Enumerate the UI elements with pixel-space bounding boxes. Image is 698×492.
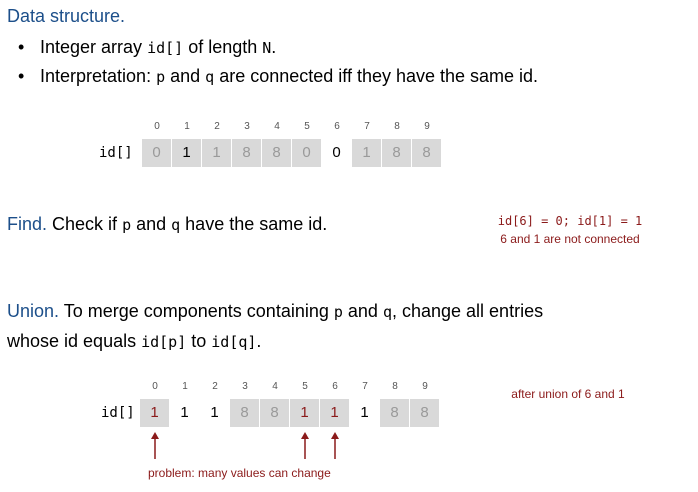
array2-cell-9: 8 xyxy=(410,399,440,427)
array1-cell-2: 1 xyxy=(202,139,232,167)
array2-index-2: 2 xyxy=(212,381,218,392)
array2-cell-6: 1 xyxy=(320,399,350,427)
array1-index-9: 9 xyxy=(424,121,430,132)
array1-index-7: 7 xyxy=(364,121,370,132)
array1-cell-5: 0 xyxy=(292,139,322,167)
array1-index-6: 6 xyxy=(334,121,340,132)
array2-index-3: 3 xyxy=(242,381,248,392)
array1-index-4: 4 xyxy=(274,121,280,132)
array2-index-5: 5 xyxy=(302,381,308,392)
array1-cell-0: 0 xyxy=(142,139,172,167)
arrow-up-icon xyxy=(331,432,339,459)
array1-index-3: 3 xyxy=(244,121,250,132)
arrow-up-icon xyxy=(151,432,159,459)
find-note-line1: id[6] = 0; id[1] = 1 xyxy=(497,214,643,228)
union-line1: Union. To merge components containing p … xyxy=(7,301,544,321)
array2-cell-0: 1 xyxy=(140,399,170,427)
array1-index-8: 8 xyxy=(394,121,400,132)
array2-index-9: 9 xyxy=(422,381,428,392)
array1-cell-1: 1 xyxy=(172,139,202,167)
array2-index-8: 8 xyxy=(392,381,398,392)
array2-label: id[] xyxy=(101,405,135,421)
array1-index-1: 1 xyxy=(184,121,190,132)
find-note-line2: 6 and 1 are not connected xyxy=(500,232,640,246)
data-structure-heading: Data structure. xyxy=(7,6,126,26)
array1-cell-9: 8 xyxy=(412,139,442,167)
array2-index-0: 0 xyxy=(152,381,158,392)
array2-cell-8: 8 xyxy=(380,399,410,427)
union-line2: whose id equals id[p] to id[q]. xyxy=(7,331,262,351)
array2-index-1: 1 xyxy=(182,381,188,392)
problem-note: problem: many values can change xyxy=(148,466,331,480)
array2-index-6: 6 xyxy=(332,381,338,392)
array1-cell-4: 8 xyxy=(262,139,292,167)
array2-cell-3: 8 xyxy=(230,399,260,427)
array1-cell-3: 8 xyxy=(232,139,262,167)
arrow-up-icon xyxy=(301,432,309,459)
bullet-item-array: • Integer array id[] of length N. xyxy=(18,34,538,63)
array1-index-2: 2 xyxy=(214,121,220,132)
find-heading: Find. xyxy=(7,214,48,234)
array1-cell-8: 8 xyxy=(382,139,412,167)
array2-cell-7: 1 xyxy=(350,399,380,427)
bullet-item-interpretation: • Interpretation: p and q are connected i… xyxy=(18,63,538,92)
bullet-list: • Integer array id[] of length N. • Interp… xyxy=(18,34,538,92)
array2-cell-1: 1 xyxy=(170,399,200,427)
array1-cell-6: 0 xyxy=(322,139,352,167)
array2-cell-2: 1 xyxy=(200,399,230,427)
array1-index-0: 0 xyxy=(154,121,160,132)
bullet-dot: • xyxy=(18,66,25,86)
find-line: Find. Check if p and q have the same id. xyxy=(7,214,328,234)
array1-label: id[] xyxy=(99,145,133,161)
bullet-dot: • xyxy=(18,37,25,57)
array1-index-5: 5 xyxy=(304,121,310,132)
array2-cell-5: 1 xyxy=(290,399,320,427)
array1-cell-7: 1 xyxy=(352,139,382,167)
union-note: after union of 6 and 1 xyxy=(511,387,625,401)
union-heading: Union. xyxy=(7,301,60,321)
array2-index-4: 4 xyxy=(272,381,278,392)
array2-index-7: 7 xyxy=(362,381,368,392)
array2-cell-4: 8 xyxy=(260,399,290,427)
